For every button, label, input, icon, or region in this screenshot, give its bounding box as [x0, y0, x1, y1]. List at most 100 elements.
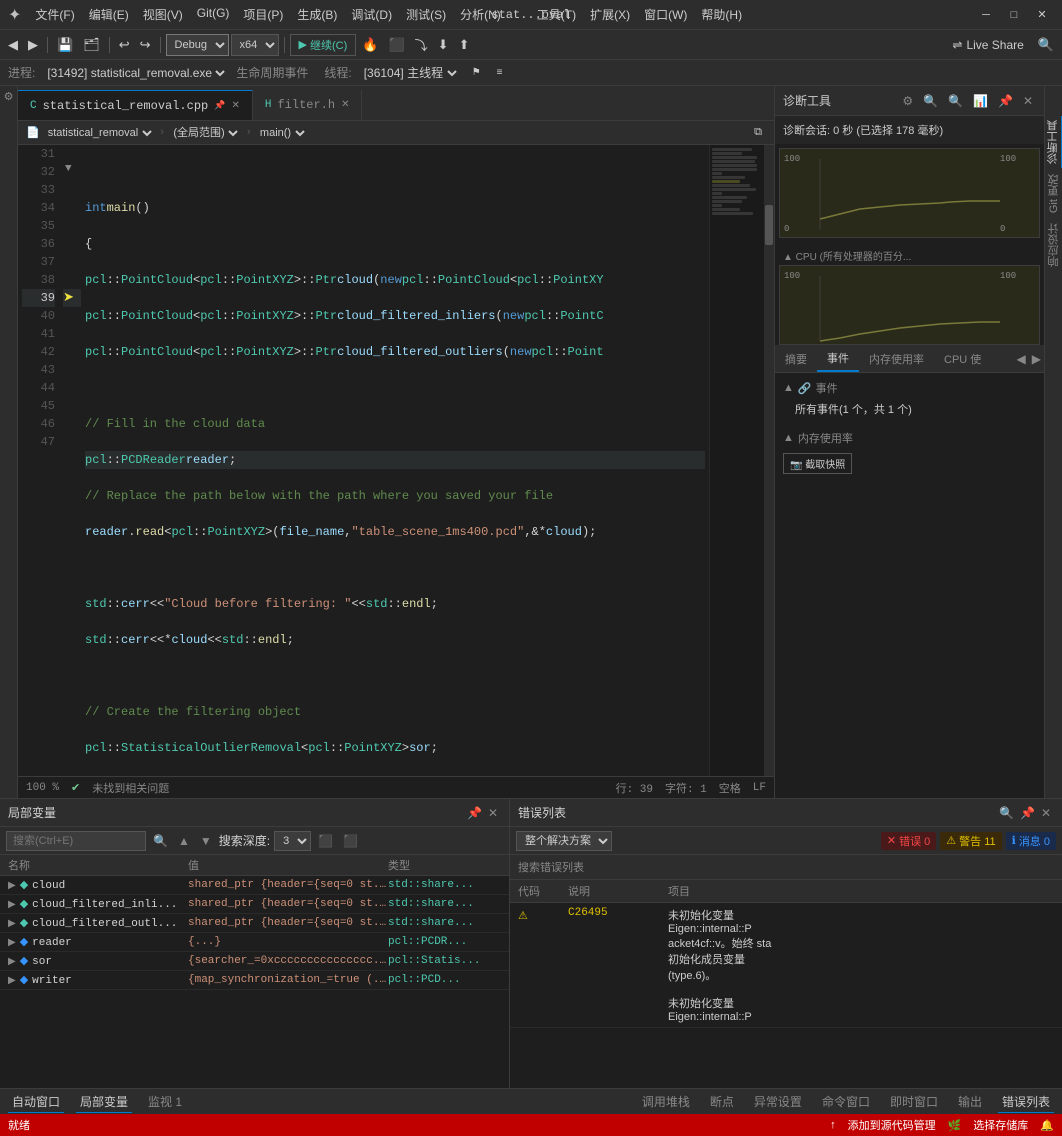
locals-row-cloud[interactable]: ▶◆cloud shared_ptr {header={seq=0 st... …: [0, 876, 509, 895]
thread-extra-btn[interactable]: ⚑: [468, 61, 485, 85]
code-content[interactable]: int main() { pcl::PointCloud<pcl::PointX…: [81, 145, 709, 776]
depth-select[interactable]: 3: [274, 831, 311, 851]
minimize-button[interactable]: ─: [974, 5, 998, 25]
forward-button[interactable]: ▶: [24, 33, 42, 57]
tab-summary[interactable]: 摘要: [775, 345, 817, 372]
add-to-source-control[interactable]: 添加到源代码管理: [848, 1117, 936, 1133]
save-all-button[interactable]: 🗂: [79, 33, 104, 57]
tab-statistical-removal-cpp[interactable]: C statistical_removal.cpp 📌 ✕: [18, 90, 253, 120]
left-sidebar-icon-1[interactable]: ⚙: [4, 90, 14, 104]
bottom-tab-callstack[interactable]: 调用堆栈: [638, 1091, 694, 1112]
bottom-tab-output[interactable]: 输出: [954, 1091, 986, 1112]
bottom-tab-exceptions[interactable]: 异常设置: [750, 1091, 806, 1112]
platform-select[interactable]: x64: [231, 34, 279, 56]
locals-up-btn[interactable]: ▲: [175, 833, 193, 849]
diag-chart-btn[interactable]: 📊: [970, 93, 991, 109]
menu-file[interactable]: 文件(F): [29, 4, 80, 25]
continue-button[interactable]: ▶ 继续(C): [290, 34, 357, 56]
liveshare-button[interactable]: ⇌ Live Share: [944, 36, 1031, 54]
process-select[interactable]: [31492] statistical_removal.exe: [43, 65, 228, 81]
bottom-tab-breakpoints[interactable]: 断点: [706, 1091, 738, 1112]
maximize-button[interactable]: □: [1002, 5, 1026, 25]
bottom-tab-immediate[interactable]: 即时窗口: [886, 1091, 942, 1112]
expand-cloud[interactable]: ▶: [8, 881, 16, 892]
menu-window[interactable]: 窗口(W): [638, 4, 693, 25]
step-out-button[interactable]: ⬆: [455, 33, 474, 57]
right-sidebar-responsive[interactable]: 响应设计: [1046, 219, 1062, 271]
menu-help[interactable]: 帮助(H): [695, 4, 748, 25]
bottom-tab-command[interactable]: 命令窗口: [818, 1091, 874, 1112]
memory-header[interactable]: ▲ 内存使用率: [783, 427, 1036, 449]
menu-view[interactable]: 视图(V): [137, 4, 189, 25]
editor-scrollbar[interactable]: [764, 145, 774, 776]
code-editor[interactable]: 31 32 33 34 35 36 37 38 39 40 41 42 43 4…: [18, 145, 709, 776]
tab-close-cpp[interactable]: ✕: [231, 100, 239, 112]
undo-button[interactable]: ↩: [115, 33, 134, 57]
scrollbar-thumb[interactable]: [765, 205, 773, 245]
diag-settings-btn[interactable]: ⚙: [899, 93, 916, 109]
locals-close-btn[interactable]: ✕: [485, 805, 501, 821]
error-badge-errors[interactable]: ✕ 错误 0: [881, 832, 936, 850]
locals-search-input[interactable]: [6, 831, 146, 851]
tabs-next-btn[interactable]: ▶: [1029, 351, 1044, 367]
locals-row-outliers[interactable]: ▶◆cloud_filtered_outl... shared_ptr {hea…: [0, 914, 509, 933]
locals-pin-btn[interactable]: 📌: [464, 805, 485, 821]
error-badge-info[interactable]: ℹ 消息 0: [1006, 832, 1056, 850]
breadcrumb-scope[interactable]: (全局范围): [169, 126, 241, 140]
search-button[interactable]: 🔍: [1034, 33, 1058, 57]
fold-icon-32[interactable]: ▼: [65, 163, 72, 175]
diag-pin-btn[interactable]: 📌: [995, 93, 1016, 109]
select-repo[interactable]: 选择存储库: [973, 1117, 1028, 1133]
locals-down-btn[interactable]: ▼: [197, 833, 215, 849]
expand-writer[interactable]: ▶: [8, 976, 16, 987]
save-button[interactable]: 💾: [53, 33, 77, 57]
step-into-button[interactable]: ⬇: [434, 33, 453, 57]
scope-select[interactable]: 整个解决方案: [516, 831, 612, 851]
breadcrumb-file[interactable]: statistical_removal: [44, 126, 155, 140]
tabs-prev-btn[interactable]: ◀: [1014, 351, 1029, 367]
expand-reader[interactable]: ▶: [8, 938, 16, 949]
events-header[interactable]: ▲ 🔗 事件: [783, 377, 1036, 399]
right-sidebar-git[interactable]: Git 更改: [1046, 170, 1062, 217]
errors-pin-btn[interactable]: 📌: [1017, 805, 1038, 821]
diag-close-btn[interactable]: ✕: [1020, 93, 1036, 109]
errors-close-btn[interactable]: ✕: [1038, 805, 1054, 821]
back-button[interactable]: ◀: [4, 33, 22, 57]
locals-search-icon-btn[interactable]: 🔍: [150, 833, 171, 849]
expand-inliers[interactable]: ▶: [8, 900, 16, 911]
redo-button[interactable]: ↪: [136, 33, 155, 57]
bottom-tab-locals[interactable]: 局部变量: [76, 1091, 132, 1113]
debug-config-select[interactable]: Debug: [166, 34, 229, 56]
zoom-level[interactable]: 100 %: [26, 782, 59, 794]
fire-button[interactable]: 🔥: [358, 33, 382, 57]
thread-select[interactable]: [36104] 主线程: [360, 65, 460, 81]
expand-outliers[interactable]: ▶: [8, 919, 16, 930]
diag-zoom-in-btn[interactable]: 🔍: [920, 93, 941, 109]
notification-icon[interactable]: 🔔: [1040, 1119, 1054, 1132]
menu-extensions[interactable]: 扩展(X): [584, 4, 636, 25]
right-sidebar-diagnostics[interactable]: 诊断工具: [1045, 116, 1062, 168]
snapshot-button[interactable]: 📷 截取快照: [783, 453, 852, 474]
menu-test[interactable]: 测试(S): [400, 4, 452, 25]
errors-search-btn[interactable]: 🔍: [996, 805, 1017, 821]
error-row-c26495[interactable]: ⚠ C26495 未初始化变量Eigen::internal::Packet4c…: [510, 903, 1062, 1028]
locals-extra-btn1[interactable]: ⬛: [315, 833, 336, 849]
breadcrumb-function[interactable]: main(): [256, 126, 308, 140]
tab-close-h[interactable]: ✕: [341, 99, 349, 111]
frame-btn[interactable]: ≡: [493, 61, 507, 85]
locals-row-reader[interactable]: ▶◆reader {...} pcl::PCDR...: [0, 933, 509, 952]
bottom-tab-watch[interactable]: 监视 1: [144, 1091, 186, 1112]
tab-events[interactable]: 事件: [817, 345, 859, 372]
menu-edit[interactable]: 编辑(E): [83, 4, 135, 25]
step-over-button[interactable]: ⤵: [411, 33, 432, 57]
menu-debug[interactable]: 调试(D): [345, 4, 398, 25]
tab-cpu[interactable]: CPU 使: [934, 345, 991, 372]
locals-row-sor[interactable]: ▶◆sor {searcher_=0xccccccccccccccc... pc…: [0, 952, 509, 971]
expand-sor[interactable]: ▶: [8, 957, 16, 968]
diag-zoom-out-btn[interactable]: 🔍: [945, 93, 966, 109]
debug-extra-button[interactable]: ⬛: [384, 33, 408, 57]
bottom-tab-errorlist[interactable]: 错误列表: [998, 1091, 1054, 1113]
tab-filter-h[interactable]: H filter.h ✕: [253, 90, 363, 120]
split-editor-btn[interactable]: ⧉: [750, 121, 766, 145]
menu-build[interactable]: 生成(B): [291, 4, 343, 25]
